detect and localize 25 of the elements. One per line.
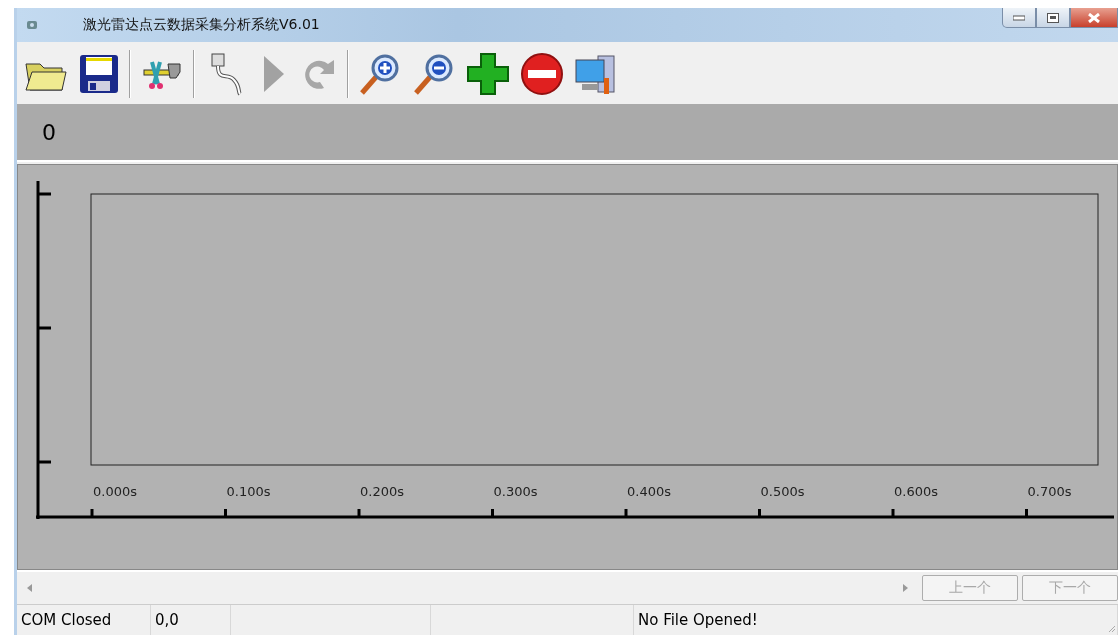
scroll-left-icon (27, 584, 32, 592)
minimize-button[interactable] (1002, 8, 1036, 28)
maximize-icon (1047, 12, 1059, 23)
axis-tick-label: 0.200s (360, 484, 404, 499)
axis-tick-label: 0.000s (93, 484, 137, 499)
status-text: COM Closed (17, 605, 151, 635)
close-button[interactable] (1070, 8, 1118, 28)
maximize-button[interactable] (1036, 8, 1070, 28)
minus-circle-icon (520, 51, 564, 96)
plus-icon (466, 51, 510, 96)
axis-tick-label: 0.400s (627, 484, 671, 499)
axis-tick-label: 0.500s (760, 484, 805, 499)
axis-tick-label: 0.300s (493, 484, 538, 499)
scroll-right-icon (903, 584, 908, 592)
minimize-icon (1013, 14, 1025, 21)
app-icon (25, 18, 39, 32)
axis-tick-label: 0.600s (894, 484, 938, 499)
status-text: No File Opened! (634, 605, 1118, 635)
status-text: 0,0 (151, 605, 231, 635)
axis-tick-label: 0.700s (1027, 484, 1072, 499)
readout-value: 0 (42, 119, 56, 145)
resize-grip-icon (1106, 623, 1116, 633)
window-title: 激光雷达点云数据采集分析系统V6.01 (83, 16, 320, 34)
axis-tick-label: 0.100s (226, 484, 271, 499)
close-icon (1088, 12, 1100, 23)
